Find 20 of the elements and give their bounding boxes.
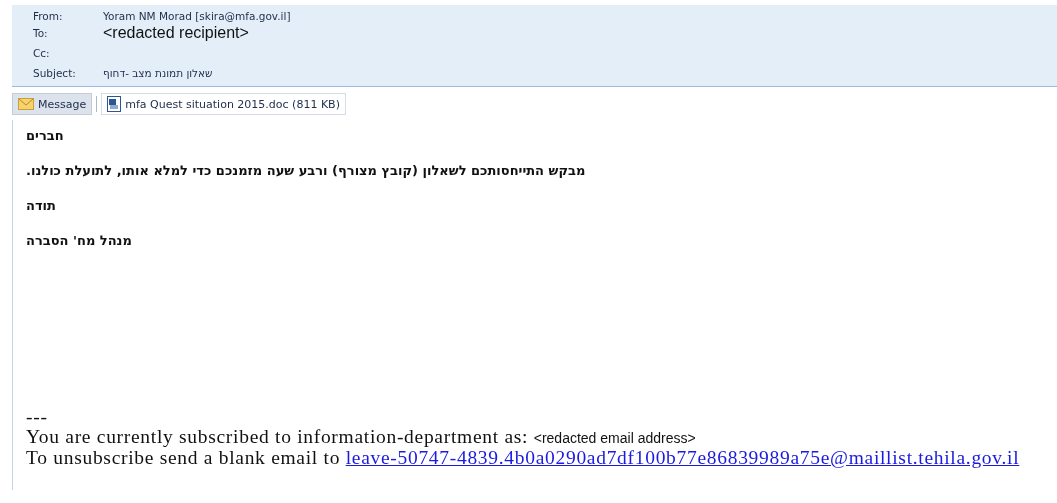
subscription-text: You are currently subscribed to information-department as: — [26, 426, 529, 447]
body-paragraph: מבקש התייחסותכם לשאלון (קובץ מצורף) ורבע שעה מזמנכם כדי למלא אותו, לתועלת כולנו. — [26, 163, 586, 178]
field-value: שאלון תמונת מצב -דחוף — [103, 67, 213, 79]
field-label: To: — [33, 27, 49, 39]
field-value: <redacted recipient> — [103, 24, 249, 42]
document-icon — [107, 96, 122, 112]
body-paragraph: חברים — [26, 128, 64, 143]
attachment-tab[interactable]: mfa Quest situation 2015.doc (811 KB) — [101, 93, 346, 115]
field-label: From: — [33, 9, 64, 22]
body-paragraph: תודה — [26, 198, 56, 213]
unsubscribe-text: To unsubscribe send a blank email to — [26, 447, 341, 468]
separator-text: --- — [26, 406, 48, 427]
field-label: Cc: — [33, 47, 51, 59]
field-label: Subject: — [33, 67, 77, 79]
field-value: Yoram NM Morad [skira@mfa.gov.il] — [103, 9, 291, 22]
envelope-icon — [18, 98, 34, 110]
redacted-address: <redacted email address> — [533, 430, 696, 446]
message-tab[interactable]: Message — [12, 93, 93, 115]
unsubscribe-link[interactable]: leave-50747-4839.4b0a0290ad7df100b77e86839989a75e@maillist.tehila.gov.il — [345, 447, 1020, 468]
body-paragraph: מנהל מח' הסברה — [26, 233, 132, 248]
